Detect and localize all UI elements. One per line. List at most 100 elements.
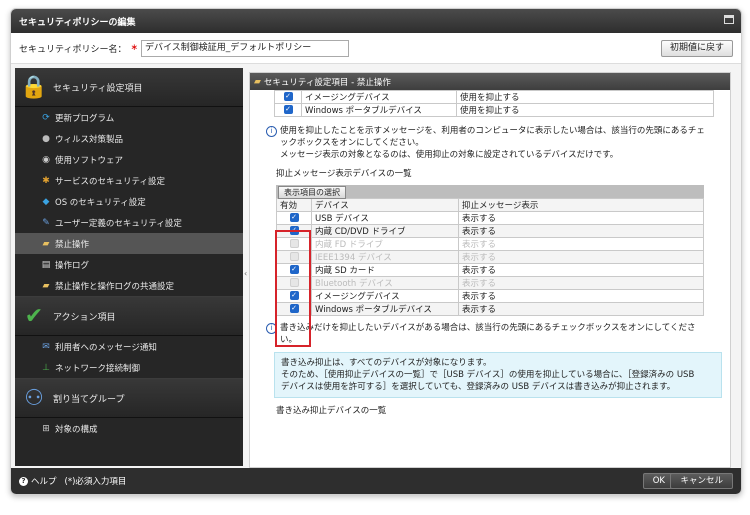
message-cell: 表示する	[458, 211, 704, 225]
device-cell: USB デバイス	[311, 211, 459, 225]
message-cell: 表示する	[458, 237, 704, 251]
sidebar-item-label: 利用者へのメッセージ通知	[55, 342, 157, 353]
message-cell: 表示する	[458, 289, 704, 303]
prohibited-icon: ▰	[42, 238, 50, 249]
info-line: ックボックスをオンにしてください。	[280, 138, 424, 148]
help-icon: ?	[19, 476, 28, 486]
panel-title-bar: ▰ セキュリティ設定項目 - 禁止操作	[250, 73, 730, 90]
info-line: 書き込みだけを抑止したいデバイスがある場合は、該当行の先頭にあるチェックボックス…	[280, 323, 696, 333]
table-row: ✓ イメージングデバイス 表示する	[276, 289, 704, 303]
sidebar-item-prohibited[interactable]: ▰ 禁止操作	[15, 233, 243, 254]
main-panel: ▰ セキュリティ設定項目 - 禁止操作 ✓ イメージングデバイス 使用を抑止する…	[249, 72, 731, 468]
software-icon: ◉	[42, 154, 50, 165]
checkbox[interactable]: ✓	[289, 213, 299, 222]
reset-defaults-button[interactable]: 初期値に戻す	[660, 40, 733, 57]
row-checkbox-cell[interactable]: ✓	[274, 90, 302, 104]
message-device-table: 有効 デバイス 抑止メッセージ表示 ✓ USB デバイス 表示する ✓ 内蔵 CD/D…	[276, 198, 704, 316]
sidebar-item-user-defined[interactable]: ✎ ユーザー定義のセキュリティ設定	[15, 212, 243, 233]
column-header-enabled[interactable]: 有効	[276, 198, 312, 212]
device-cell: 内蔵 FD ドライブ	[311, 237, 459, 251]
checkbox[interactable]: ✓	[283, 92, 293, 101]
sidebar-item-software[interactable]: ◉ 使用ソフトウェア	[15, 149, 243, 170]
device-cell: Bluetooth デバイス	[311, 276, 459, 290]
sidebar-header-label: 割り当てグループ	[53, 394, 125, 405]
message-cell: 表示する	[458, 302, 704, 316]
device-cell: イメージングデバイス	[311, 289, 459, 303]
info-message-display: i 使用を抑止したことを示すメッセージを、利用者のコンピュータに表示したい場合は…	[262, 125, 722, 161]
sidebar-item-antivirus[interactable]: ● ウィルス対策製品	[15, 128, 243, 149]
maximize-icon[interactable]	[724, 15, 734, 24]
service-icon: ✱	[42, 175, 50, 186]
sidebar-item-log[interactable]: ▤ 操作ログ	[15, 254, 243, 275]
update-icon: ⟳	[42, 112, 50, 123]
sidebar-item-network[interactable]: ⊥ ネットワーク接続制御	[15, 357, 243, 378]
panel-title: セキュリティ設定項目 - 禁止操作	[263, 77, 391, 88]
sidebar-item-common[interactable]: ▰ 禁止操作と操作ログの共通設定	[15, 275, 243, 296]
info-line: メッセージ表示の対象となるのは、使用抑止の対象に設定されているデバイスだけです。	[280, 150, 619, 160]
policy-editor-window: セキュリティポリシーの編集 セキュリティポリシー名： ∗ デバイス制御検証用_デ…	[10, 8, 742, 495]
sidebar-item-label: ユーザー定義のセキュリティ設定	[55, 218, 182, 229]
collapse-arrow-icon[interactable]: ‹	[244, 269, 247, 278]
log-icon: ▤	[41, 259, 51, 270]
note-line: 書き込み抑止は、すべてのデバイスが対象になります。	[281, 358, 492, 368]
sidebar-item-label: 操作ログ	[55, 260, 90, 271]
sidebar-item-label: 禁止操作	[55, 239, 90, 250]
help-button[interactable]: ? ヘルプ	[19, 475, 57, 487]
message-device-list-title: 抑止メッセージ表示デバイスの一覧	[276, 169, 412, 179]
note-line: デバイスは使用を許可する］を選択していても、登録済みの USB デバイスは書き込…	[281, 382, 676, 392]
select-columns-button[interactable]: 表示項目の選択	[278, 186, 346, 199]
column-header-message[interactable]: 抑止メッセージ表示	[458, 198, 704, 212]
sidebar-header-security[interactable]: 🔒 セキュリティ設定項目	[15, 68, 243, 107]
message-icon: ✉	[42, 341, 50, 352]
device-cell: IEEE1394 デバイス	[311, 250, 459, 264]
policy-name-input[interactable]: デバイス制御検証用_デフォルトポリシー	[141, 39, 350, 57]
antivirus-icon: ●	[42, 133, 50, 144]
highlight-box	[275, 230, 311, 347]
table-row: ✓ イメージングデバイス 使用を抑止する	[274, 90, 714, 104]
row-checkbox-cell[interactable]: ✓	[276, 211, 312, 225]
table-row: ✓ USB デバイス 表示する	[276, 211, 704, 225]
table-row: ✓ 内蔵 CD/DVD ドライブ 表示する	[276, 224, 704, 238]
sidebar-item-label: 更新プログラム	[55, 113, 115, 124]
sidebar-item-service[interactable]: ✱ サービスのセキュリティ設定	[15, 170, 243, 191]
prohibited-icon: ▰	[254, 76, 261, 87]
sidebar-header-label: セキュリティ設定項目	[53, 83, 143, 94]
footer-bar: ? ヘルプ (*)必須入力項目 OK キャンセル	[11, 468, 741, 494]
sidebar-item-label: OS のセキュリティ設定	[55, 197, 146, 208]
sidebar-item-os[interactable]: ◆ OS のセキュリティ設定	[15, 191, 243, 212]
table-header-row: 有効 デバイス 抑止メッセージ表示	[276, 198, 704, 212]
cancel-button[interactable]: キャンセル	[670, 473, 733, 489]
info-icon: i	[266, 126, 277, 137]
table-row: ✓ 内蔵 SD カード 表示する	[276, 263, 704, 277]
info-line: 使用を抑止したことを示すメッセージを、利用者のコンピュータに表示したい場合は、該…	[280, 126, 705, 136]
sidebar-item-label: 禁止操作と操作ログの共通設定	[55, 281, 175, 292]
sidebar-header-group[interactable]: ⚇ 割り当てグループ	[15, 379, 243, 418]
write-device-list-title: 書き込み抑止デバイスの一覧	[276, 406, 387, 416]
device-cell: 内蔵 CD/DVD ドライブ	[311, 224, 459, 238]
lock-icon: 🔒	[20, 74, 48, 100]
setting-cell: 使用を抑止する	[456, 90, 714, 104]
window-title: セキュリティポリシーの編集	[19, 17, 136, 28]
row-checkbox-cell[interactable]: ✓	[274, 103, 302, 117]
network-icon: ⊥	[42, 362, 50, 373]
structure-icon: ⊞	[42, 423, 50, 434]
sidebar-header-action[interactable]: ✔ アクション項目	[15, 297, 243, 336]
sidebar-item-message[interactable]: ✉ 利用者へのメッセージ通知	[15, 336, 243, 357]
table-row: ✓ Windows ポータブルデバイス 使用を抑止する	[274, 103, 714, 117]
setting-cell: 使用を抑止する	[456, 103, 714, 117]
device-cell: Windows ポータブルデバイス	[311, 302, 459, 316]
sidebar-item-structure[interactable]: ⊞ 対象の構成	[15, 418, 243, 439]
message-cell: 表示する	[458, 250, 704, 264]
required-mark: ∗	[130, 43, 139, 53]
required-note: (*)必須入力項目	[64, 477, 127, 487]
prohibited-device-table: ✓ イメージングデバイス 使用を抑止する ✓ Windows ポータブルデバイス…	[274, 90, 714, 117]
message-cell: 表示する	[458, 276, 704, 290]
message-cell: 表示する	[458, 224, 704, 238]
table-row: 内蔵 FD ドライブ 表示する	[276, 237, 704, 251]
column-header-device[interactable]: デバイス	[311, 198, 459, 212]
common-settings-icon: ▰	[42, 280, 50, 291]
device-cell: 内蔵 SD カード	[311, 263, 459, 277]
checkbox[interactable]: ✓	[283, 105, 293, 114]
sidebar-item-update[interactable]: ⟳ 更新プログラム	[15, 107, 243, 128]
device-cell: イメージングデバイス	[301, 90, 457, 104]
